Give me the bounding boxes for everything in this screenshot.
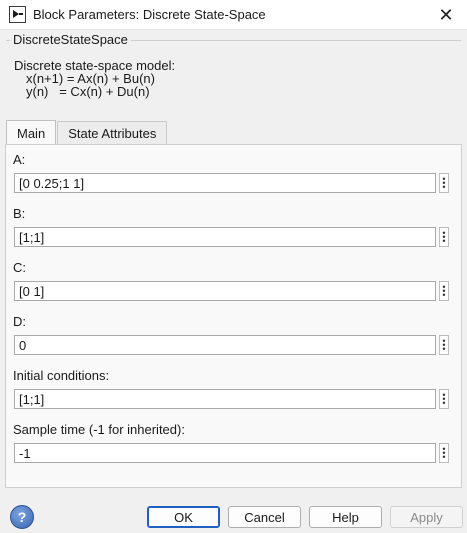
param-label-b: B:	[13, 206, 26, 221]
vertical-ellipsis-icon: • • •	[442, 390, 446, 408]
main-panel: A: ••• B: ••• C: ••• D: ••• Initial cond…	[5, 144, 462, 488]
vertical-ellipsis-icon: • • •	[442, 444, 446, 462]
vertical-ellipsis-icon: • • •	[442, 336, 446, 354]
help-question-icon[interactable]: ?	[10, 505, 34, 529]
vertical-ellipsis-icon: • • •	[442, 282, 446, 300]
vertical-ellipsis-icon: • • •	[442, 174, 446, 192]
tab-main[interactable]: Main	[6, 120, 57, 145]
param-b-input[interactable]	[14, 227, 436, 247]
description-group: DiscreteStateSpace Discrete state-space …	[6, 32, 461, 112]
sample-time-options-button[interactable]: • • •	[439, 443, 449, 463]
close-icon[interactable]: ✕	[431, 3, 461, 27]
param-label-a: A:	[13, 152, 26, 167]
initial-conditions-input[interactable]	[14, 389, 436, 409]
tab-bar: Main State Attributes	[6, 120, 168, 145]
tab-state-attributes[interactable]: State Attributes	[57, 121, 168, 145]
param-d-options-button[interactable]: • • •	[439, 335, 449, 355]
param-label-d: D:	[13, 314, 26, 329]
help-button[interactable]: Help	[309, 506, 382, 528]
vertical-ellipsis-icon: • • •	[442, 228, 446, 246]
param-c-options-button[interactable]: • • •	[439, 281, 449, 301]
param-c-input[interactable]	[14, 281, 436, 301]
window-title: Block Parameters: Discrete State-Space	[33, 7, 266, 22]
sample-time-input[interactable]	[14, 443, 436, 463]
param-b-options-button[interactable]: • • •	[439, 227, 449, 247]
param-label-initial-conditions: Initial conditions:	[13, 368, 110, 383]
initial-conditions-options-button[interactable]: • • •	[439, 389, 449, 409]
param-label-c: C:	[13, 260, 26, 275]
param-d-input[interactable]	[14, 335, 436, 355]
title-bar: Block Parameters: Discrete State-Space ✕	[0, 0, 467, 30]
description-text: Discrete state-space model: x(n+1) = Ax(…	[14, 59, 175, 98]
param-a-input[interactable]	[14, 173, 436, 193]
ok-button[interactable]: OK	[147, 506, 220, 528]
description-legend: DiscreteStateSpace	[10, 32, 131, 47]
param-label-sample-time: Sample time (-1 for inherited):	[13, 422, 185, 437]
param-a-options-button[interactable]: • • •	[439, 173, 449, 193]
cancel-button[interactable]: Cancel	[228, 506, 301, 528]
apply-button[interactable]: Apply	[390, 506, 463, 528]
block-icon	[9, 6, 26, 23]
description-line: y(n) = Cx(n) + Du(n)	[26, 84, 150, 99]
